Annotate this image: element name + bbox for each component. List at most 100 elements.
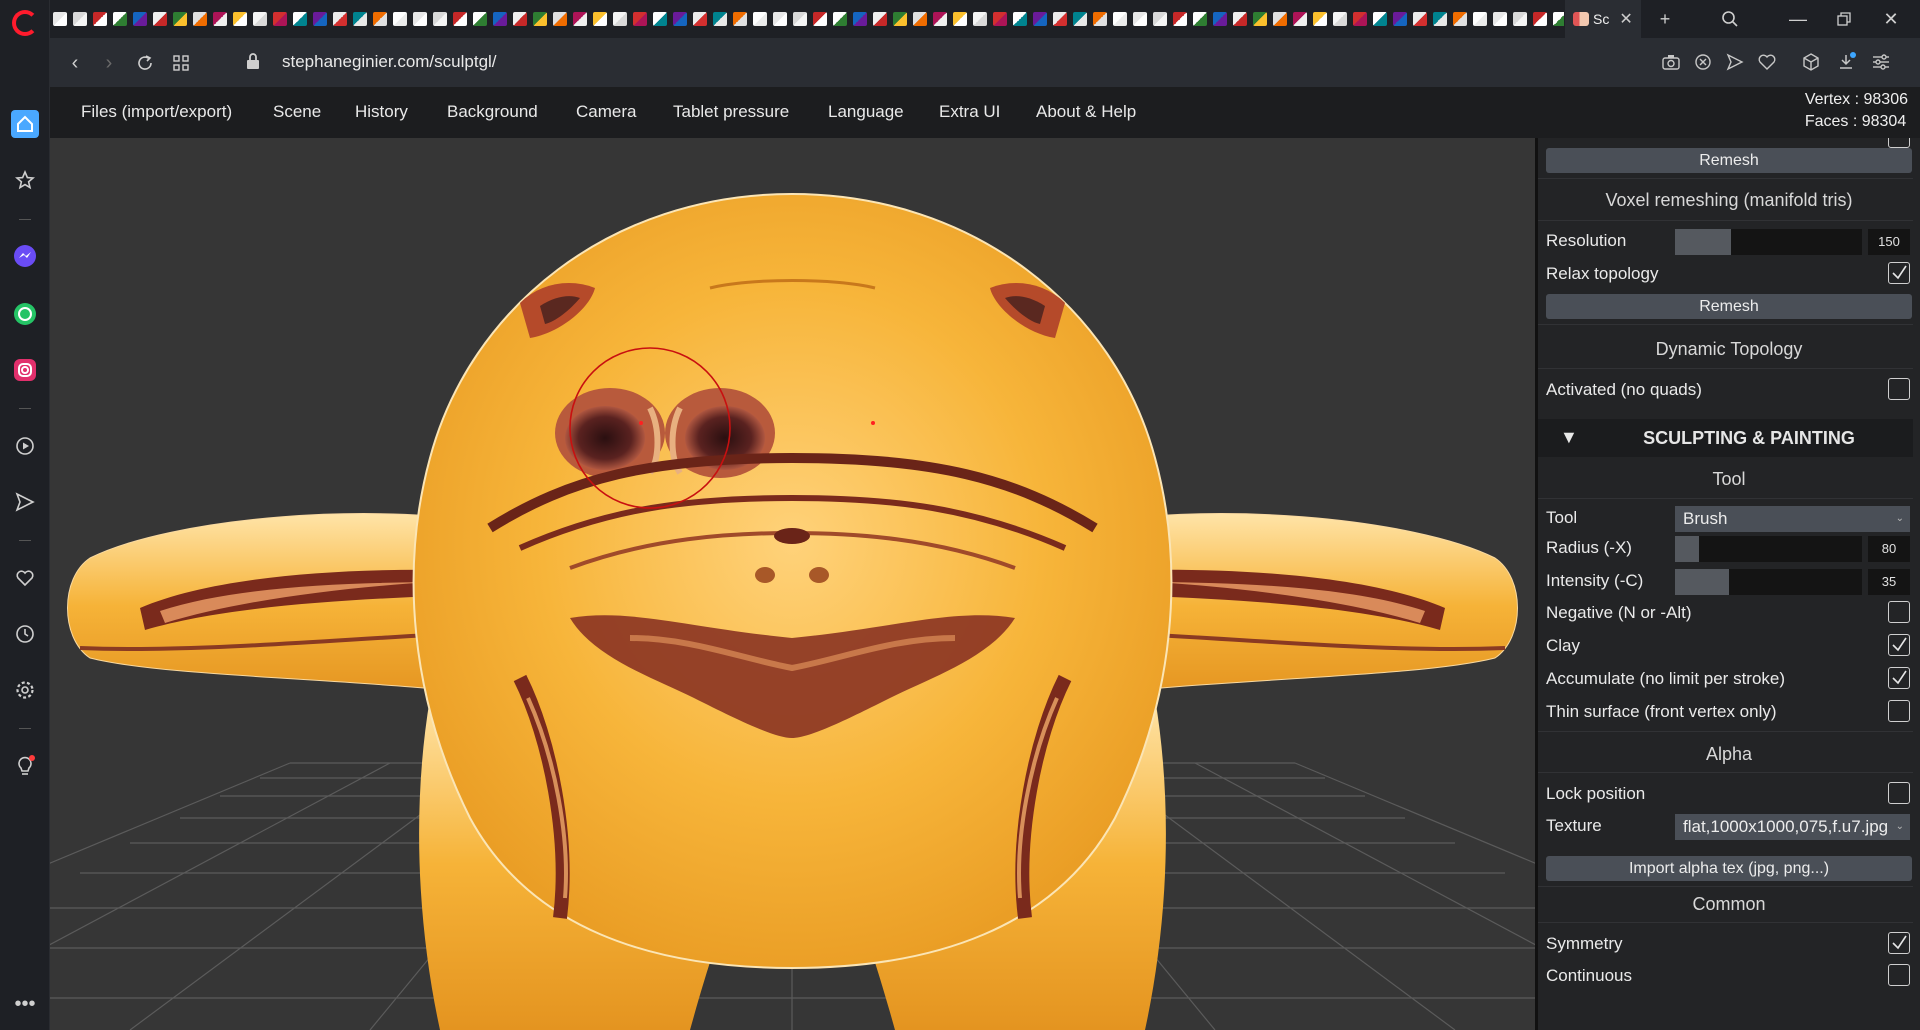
reload-icon[interactable] — [132, 50, 158, 76]
close-tab-icon[interactable]: ✕ — [1619, 9, 1632, 29]
lock-icon[interactable] — [246, 52, 260, 75]
tab-favicon-icon[interactable] — [730, 9, 749, 29]
send-page-icon[interactable] — [1723, 50, 1747, 74]
sculpting-painting-header[interactable]: ▼ SCULPTING & PAINTING — [1538, 419, 1920, 457]
tab-favicon-icon[interactable] — [130, 9, 149, 29]
forward-icon[interactable]: › — [96, 50, 122, 76]
tab-favicon-icon[interactable] — [270, 9, 289, 29]
close-window-icon[interactable]: ✕ — [1870, 0, 1912, 38]
tab-favicon-icon[interactable] — [210, 9, 229, 29]
tab-favicon-icon[interactable] — [1250, 9, 1269, 29]
tab-favicon-icon[interactable] — [410, 9, 429, 29]
minimize-icon[interactable]: — — [1777, 0, 1819, 38]
speed-dial-icon[interactable] — [168, 50, 194, 76]
tab-favicon-icon[interactable] — [170, 9, 189, 29]
tab-favicon-icon[interactable] — [770, 9, 789, 29]
lock-position-checkbox[interactable] — [1888, 782, 1910, 804]
home-icon[interactable] — [11, 110, 39, 138]
send-icon[interactable] — [11, 488, 39, 516]
continuous-checkbox[interactable] — [1888, 964, 1910, 986]
tab-favicon-icon[interactable] — [1530, 9, 1549, 29]
accumulate-checkbox[interactable] — [1888, 667, 1910, 689]
menu-tablet-pressure[interactable]: Tablet pressure — [673, 102, 789, 122]
symmetry-checkbox[interactable] — [1888, 932, 1910, 954]
tab-favicon-icon[interactable] — [1090, 9, 1109, 29]
settings-icon[interactable] — [11, 676, 39, 704]
resolution-value[interactable]: 150 — [1868, 229, 1910, 255]
star-icon[interactable] — [11, 166, 39, 194]
tab-favicon-icon[interactable] — [230, 9, 249, 29]
texture-select[interactable]: flat,1000x1000,075,f.u7.jpg ⌄ — [1675, 814, 1910, 840]
tab-favicon-icon[interactable] — [930, 9, 949, 29]
tab-favicon-icon[interactable] — [1290, 9, 1309, 29]
tab-favicon-icon[interactable] — [530, 9, 549, 29]
tab-favicon-icon[interactable] — [970, 9, 989, 29]
tab-favicon-icon[interactable] — [610, 9, 629, 29]
tab-favicon-icon[interactable] — [330, 9, 349, 29]
tab-favicon-icon[interactable] — [1110, 9, 1129, 29]
menu-language[interactable]: Language — [828, 102, 904, 122]
menu-extra-ui[interactable]: Extra UI — [939, 102, 1000, 122]
adblock-icon[interactable] — [1691, 50, 1715, 74]
tab-favicon-icon[interactable] — [470, 9, 489, 29]
tab-favicon-icon[interactable] — [110, 9, 129, 29]
tool-select[interactable]: Brush ⌄ — [1675, 506, 1910, 532]
remesh-top-button[interactable]: Remesh — [1546, 148, 1912, 173]
tab-favicon-icon[interactable] — [550, 9, 569, 29]
tab-favicon-icon[interactable] — [1550, 9, 1564, 29]
tab-favicon-icon[interactable] — [1510, 9, 1529, 29]
tab-favicon-icon[interactable] — [150, 9, 169, 29]
easy-setup-icon[interactable] — [1869, 50, 1893, 74]
back-icon[interactable]: ‹ — [62, 50, 88, 76]
tab-favicon-icon[interactable] — [430, 9, 449, 29]
remesh-button[interactable]: Remesh — [1546, 294, 1912, 319]
tab-favicon-icon[interactable] — [50, 9, 69, 29]
tab-favicon-icon[interactable] — [890, 9, 909, 29]
radius-slider[interactable] — [1675, 536, 1862, 562]
restore-icon[interactable] — [1823, 0, 1865, 38]
tab-favicon-icon[interactable] — [690, 9, 709, 29]
tab-favicon-icon[interactable] — [1230, 9, 1249, 29]
tab-favicon-icon[interactable] — [650, 9, 669, 29]
tab-favicon-icon[interactable] — [1450, 9, 1469, 29]
menu-about-help[interactable]: About & Help — [1036, 102, 1136, 122]
messenger-icon[interactable] — [11, 242, 39, 270]
opera-logo-icon[interactable] — [12, 10, 38, 36]
sculpt-viewport[interactable] — [50, 138, 1535, 1030]
tab-favicon-icon[interactable] — [1170, 9, 1189, 29]
tab-favicon-icon[interactable] — [1010, 9, 1029, 29]
tab-favicon-icon[interactable] — [630, 9, 649, 29]
menu-background[interactable]: Background — [447, 102, 538, 122]
tab-favicon-icon[interactable] — [670, 9, 689, 29]
clay-checkbox[interactable] — [1888, 634, 1910, 656]
whatsapp-icon[interactable] — [11, 300, 39, 328]
radius-value[interactable]: 80 — [1868, 536, 1910, 562]
tab-favicon-icon[interactable] — [1370, 9, 1389, 29]
tab-favicon-icon[interactable] — [710, 9, 729, 29]
tab-favicon-icon[interactable] — [1310, 9, 1329, 29]
heart-icon[interactable] — [11, 564, 39, 592]
activated-checkbox[interactable] — [1888, 378, 1910, 400]
tab-favicon-icon[interactable] — [590, 9, 609, 29]
tab-favicon-icon[interactable] — [750, 9, 769, 29]
tab-favicon-icon[interactable] — [390, 9, 409, 29]
tab-favicon-icon[interactable] — [1030, 9, 1049, 29]
tab-favicon-icon[interactable] — [1410, 9, 1429, 29]
tab-favicon-icon[interactable] — [1130, 9, 1149, 29]
tab-favicon-icon[interactable] — [310, 9, 329, 29]
lightbulb-icon[interactable] — [11, 752, 39, 780]
tab-favicon-icon[interactable] — [450, 9, 469, 29]
instagram-icon[interactable] — [11, 356, 39, 384]
intensity-value[interactable]: 35 — [1868, 569, 1910, 595]
bookmark-heart-icon[interactable] — [1755, 50, 1779, 74]
tab-favicon-icon[interactable] — [1150, 9, 1169, 29]
viewport-canvas[interactable] — [50, 138, 1535, 1030]
url-field[interactable]: stephaneginier.com/sculptgl/ — [282, 52, 497, 72]
tab-favicon-icon[interactable] — [1430, 9, 1449, 29]
tab-favicon-icon[interactable] — [510, 9, 529, 29]
import-alpha-button[interactable]: Import alpha tex (jpg, png...) — [1546, 856, 1912, 881]
tab-favicon-icon[interactable] — [990, 9, 1009, 29]
history-icon[interactable] — [11, 620, 39, 648]
resolution-slider[interactable] — [1675, 229, 1862, 255]
tab-favicon-icon[interactable] — [70, 9, 89, 29]
